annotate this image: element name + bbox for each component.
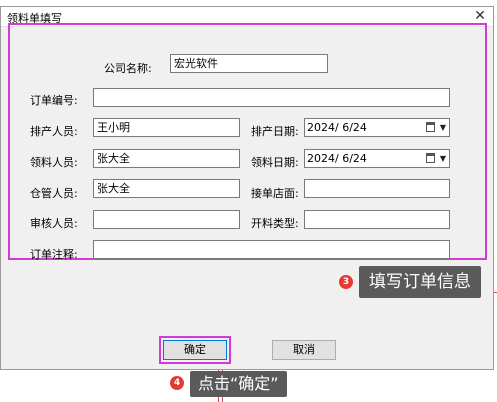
reviewer-label: 审核人员: <box>30 217 78 230</box>
production-date-picker[interactable]: 2024/ 6/24 ▼ <box>304 118 450 137</box>
pick-date-value: 2024/ 6/24 <box>307 152 367 165</box>
warehouse-keeper-label: 仓管人员: <box>30 187 78 200</box>
order-note-label: 订单注释: <box>30 248 78 261</box>
producer-field[interactable]: 王小明 <box>93 118 240 137</box>
receiving-store-label: 接单店面: <box>251 187 299 200</box>
company-label: 公司名称: <box>104 62 152 75</box>
order-note-field[interactable] <box>93 240 450 259</box>
step-4-callout: 点击“确定” <box>190 371 287 397</box>
invoice-type-label: 开料类型: <box>251 217 299 230</box>
order-no-field[interactable] <box>93 88 450 107</box>
invoice-type-field[interactable] <box>304 210 450 229</box>
warehouse-keeper-field[interactable]: 张大全 <box>93 179 240 198</box>
reviewer-field[interactable] <box>93 210 240 229</box>
confirm-button[interactable]: 确定 <box>163 340 227 360</box>
picker-field[interactable]: 张大全 <box>93 149 240 168</box>
pick-list-dialog: 领料单填写 ✕ 公司名称: 宏光软件 订单编号: 排产人员: 王小明 排产日期:… <box>0 6 494 370</box>
picker-label: 领料人员: <box>30 156 78 169</box>
production-date-label: 排产日期: <box>251 125 299 138</box>
pick-date-label: 领料日期: <box>251 156 299 169</box>
chevron-down-icon[interactable]: ▼ <box>440 150 446 167</box>
step-3-callout: 填写订单信息 <box>359 266 481 298</box>
calendar-icon <box>426 122 435 132</box>
chevron-down-icon[interactable]: ▼ <box>440 119 446 136</box>
step-4-badge: 4 <box>170 376 184 390</box>
step-3-badge: 3 <box>339 275 353 289</box>
company-field[interactable]: 宏光软件 <box>170 54 328 73</box>
cancel-button[interactable]: 取消 <box>272 340 336 360</box>
producer-label: 排产人员: <box>30 125 78 138</box>
calendar-icon <box>426 153 435 163</box>
receiving-store-field[interactable] <box>304 179 450 198</box>
pick-date-picker[interactable]: 2024/ 6/24 ▼ <box>304 149 450 168</box>
order-no-label: 订单编号: <box>30 94 78 107</box>
production-date-value: 2024/ 6/24 <box>307 121 367 134</box>
